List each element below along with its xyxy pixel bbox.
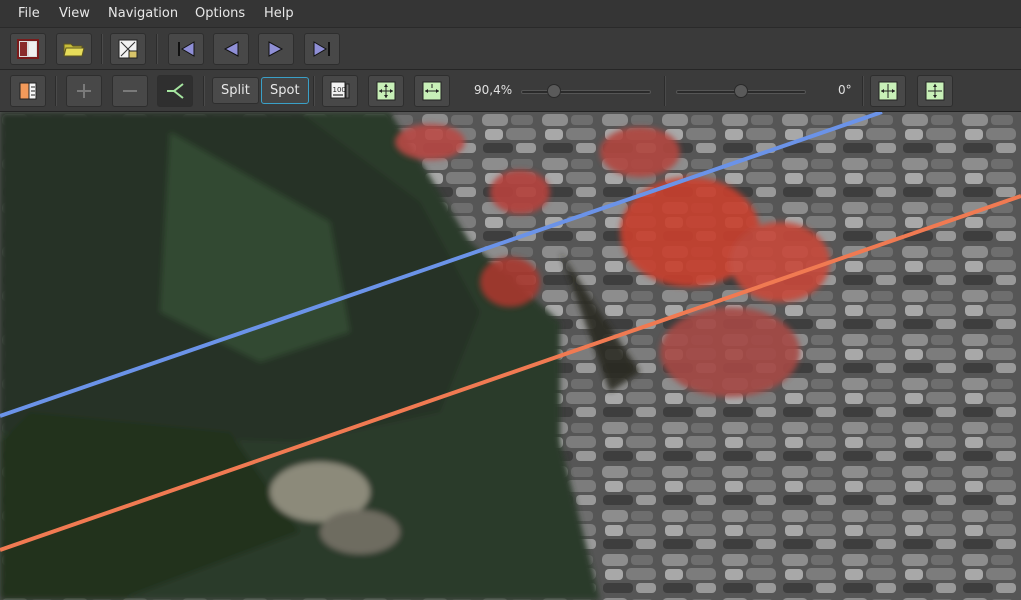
plus-icon [75, 82, 93, 100]
panel-icon [16, 38, 40, 60]
menu-file[interactable]: File [18, 6, 40, 21]
last-button[interactable] [304, 33, 340, 65]
fit-image-button[interactable] [110, 33, 146, 65]
next-icon [265, 40, 287, 58]
menu-navigation[interactable]: Navigation [108, 6, 178, 21]
menu-view[interactable]: View [59, 6, 90, 21]
menu-options[interactable]: Options [195, 6, 245, 21]
first-icon [175, 40, 197, 58]
menu-help[interactable]: Help [264, 6, 294, 21]
split-angle-icon [164, 81, 186, 101]
toolbar-separator [664, 76, 666, 106]
last-icon [311, 40, 333, 58]
flip-horizontal-icon [877, 80, 899, 102]
main-toolbar [0, 28, 1021, 70]
color-panel-button[interactable] [10, 75, 46, 107]
flip-vertical-button[interactable] [917, 75, 953, 107]
zoom-in-button[interactable] [66, 75, 102, 107]
fit-width-button[interactable] [414, 75, 450, 107]
panel-button[interactable] [10, 33, 46, 65]
open-folder-button[interactable] [56, 33, 92, 65]
zoom-slider[interactable] [521, 84, 651, 98]
next-button[interactable] [258, 33, 294, 65]
toolbar-separator [862, 76, 864, 106]
toolbar-separator [55, 76, 57, 106]
fit-window-icon [375, 80, 397, 102]
rotation-slider-handle[interactable] [734, 84, 748, 98]
split-button[interactable]: Split [212, 77, 259, 104]
svg-text:100: 100 [333, 86, 346, 94]
zoom-100-icon: 100 [328, 80, 352, 102]
zoom-slider-handle[interactable] [547, 84, 561, 98]
open-folder-icon [62, 39, 86, 59]
color-panel-icon [17, 81, 39, 101]
viewer-canvas [0, 112, 1021, 600]
view-toolbar: Split Spot 100 90,4% 0° [0, 70, 1021, 112]
flip-vertical-icon [924, 80, 946, 102]
zoom-100-button[interactable]: 100 [322, 75, 358, 107]
first-button[interactable] [168, 33, 204, 65]
previous-icon [220, 40, 242, 58]
toolbar-separator [101, 34, 103, 64]
previous-button[interactable] [213, 33, 249, 65]
zoom-readout: 90,4% [474, 83, 513, 97]
toolbar-separator [203, 76, 205, 106]
rotation-slider[interactable] [676, 84, 806, 98]
split-angle-button[interactable] [157, 75, 193, 107]
toolbar-separator [313, 76, 315, 106]
rotation-readout: 0° [838, 83, 852, 97]
image-viewer[interactable] [0, 112, 1021, 600]
spot-button[interactable]: Spot [261, 77, 309, 104]
fit-image-icon [116, 38, 140, 60]
flip-horizontal-button[interactable] [870, 75, 906, 107]
menu-bar: File View Navigation Options Help [0, 0, 1021, 28]
minus-icon [121, 82, 139, 100]
fit-width-icon [421, 80, 443, 102]
toolbar-separator [156, 34, 158, 64]
zoom-out-button[interactable] [112, 75, 148, 107]
fit-window-button[interactable] [368, 75, 404, 107]
